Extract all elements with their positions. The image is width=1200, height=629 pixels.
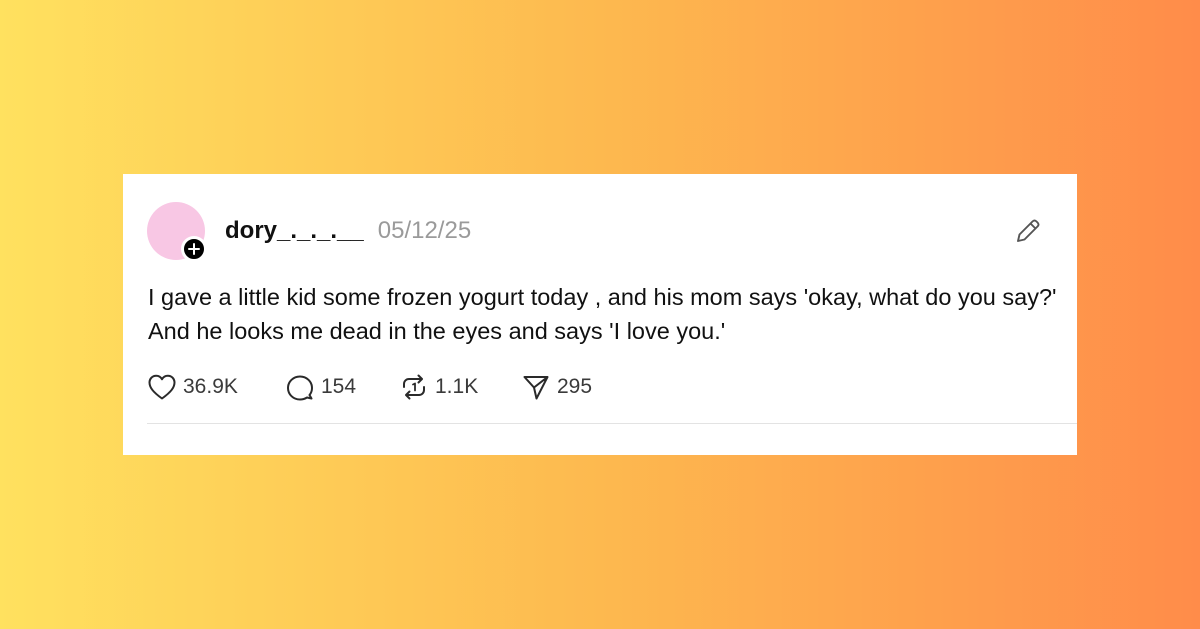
share-count: 295: [557, 375, 593, 398]
speech-bubble-icon: [287, 375, 313, 401]
plus-icon: [188, 243, 200, 255]
repost-button[interactable]: 1.1K: [399, 373, 521, 401]
like-button[interactable]: 36.9K: [147, 373, 285, 401]
divider: [147, 423, 1077, 424]
paper-plane-icon: [523, 376, 549, 400]
reply-button[interactable]: 154: [285, 373, 399, 401]
pencil-icon[interactable]: [1013, 216, 1043, 246]
post-date: 05/12/25: [377, 217, 472, 244]
repost-count: 1.1K: [435, 375, 479, 398]
action-bar: 36.9K 154 1.1K 295: [147, 371, 592, 403]
post-text: I gave a little kid some frozen yogurt t…: [148, 284, 1057, 344]
username[interactable]: dory_._._.__: [225, 217, 364, 245]
post-card: dory_._._.__ 05/12/25 I gave a little ki…: [123, 174, 1077, 455]
post-header: dory_._._.__ 05/12/25: [225, 214, 471, 248]
repost-icon: [403, 374, 425, 400]
like-count: 36.9K: [183, 375, 238, 398]
reply-count: 154: [321, 375, 357, 398]
share-button[interactable]: 295: [521, 373, 592, 401]
follow-badge[interactable]: [181, 236, 207, 262]
heart-icon: [148, 374, 176, 400]
